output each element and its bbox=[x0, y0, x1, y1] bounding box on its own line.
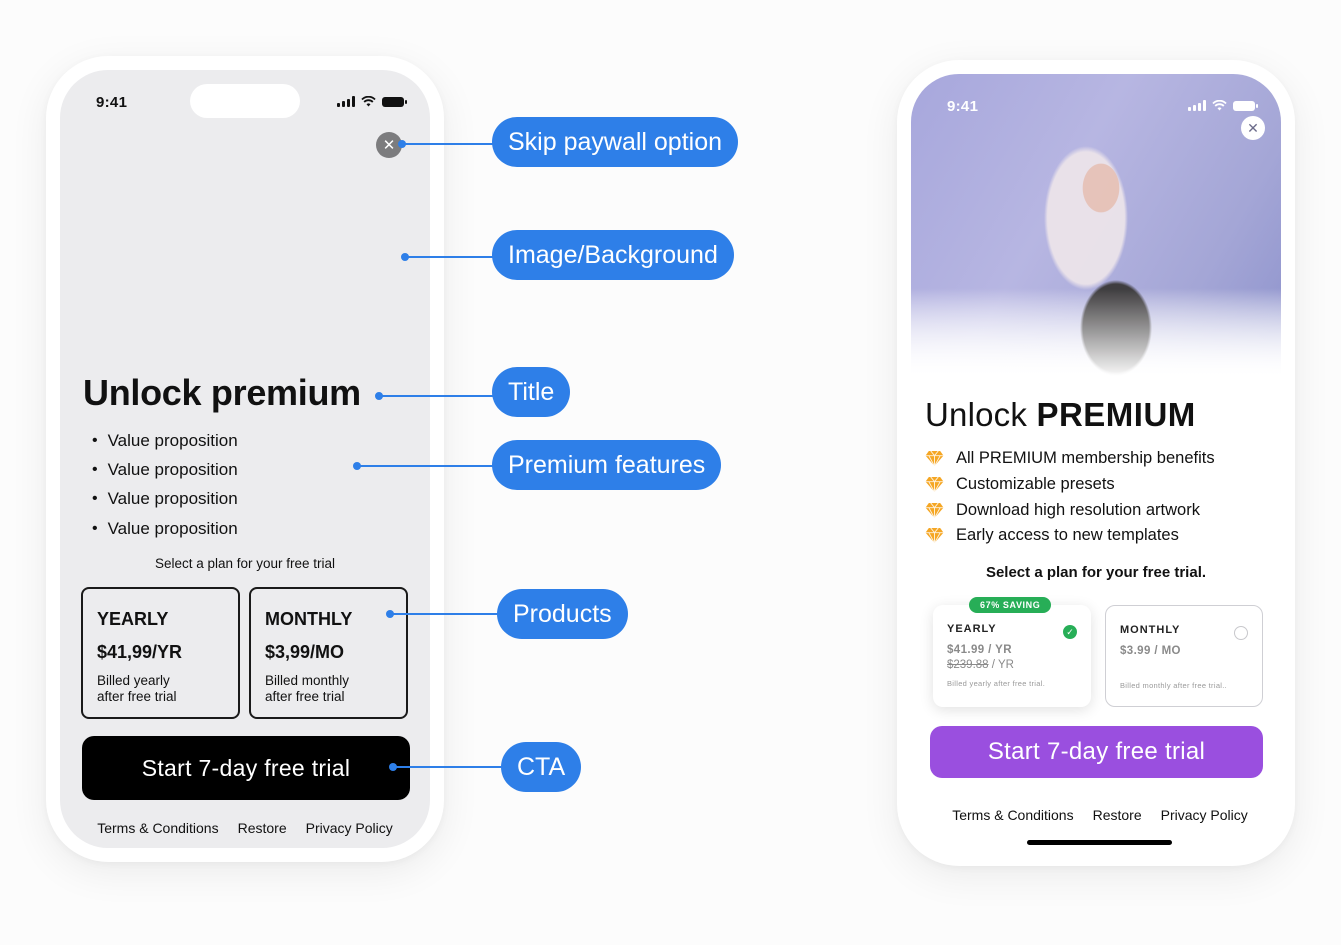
feature-item: Value proposition bbox=[92, 514, 238, 543]
hero-image bbox=[911, 74, 1281, 379]
feature-item: Early access to new templates bbox=[925, 523, 1215, 549]
description-line: Billed yearly bbox=[97, 673, 170, 688]
callout-image-background: Image/Background bbox=[492, 230, 734, 280]
status-icons bbox=[337, 96, 407, 107]
feature-text: Download high resolution artwork bbox=[956, 500, 1200, 519]
example-phone: 9:41 ✕ Unlock PREMIUM All PREMIUM member… bbox=[897, 60, 1295, 866]
product-name: YEARLY bbox=[97, 609, 169, 629]
checkmark-icon: ✓ bbox=[1063, 625, 1077, 639]
feature-list: Value proposition Value proposition Valu… bbox=[92, 426, 238, 543]
status-time: 9:41 bbox=[96, 94, 128, 111]
product-card-monthly[interactable]: MONTHLY $3.99 / MO Billed monthly after … bbox=[1105, 605, 1263, 707]
description-line: after free trial bbox=[265, 689, 345, 704]
product-price: $41.99 / YR bbox=[947, 644, 1012, 656]
start-trial-button[interactable]: Start 7-day free trial bbox=[82, 736, 410, 800]
callout-cta: CTA bbox=[501, 742, 582, 792]
callout-connector bbox=[393, 766, 503, 768]
feature-text: All PREMIUM membership benefits bbox=[956, 449, 1215, 468]
paywall-title: Unlock premium bbox=[83, 372, 361, 413]
paywall-title: Unlock PREMIUM bbox=[925, 396, 1196, 434]
product-description: Billed monthly after free trial.. bbox=[1120, 681, 1228, 690]
feature-item: Value proposition bbox=[92, 455, 238, 484]
feature-item: Value proposition bbox=[92, 485, 238, 514]
callout-premium-features: Premium features bbox=[492, 440, 722, 490]
product-price: $41,99/YR bbox=[97, 642, 183, 662]
callout-products: Products bbox=[497, 589, 628, 639]
callout-connector bbox=[379, 395, 494, 397]
footer-links: Terms & Conditions Restore Privacy Polic… bbox=[60, 820, 430, 836]
gem-icon bbox=[925, 528, 944, 544]
title-bold: PREMIUM bbox=[1036, 396, 1196, 433]
select-plan-text: Select a plan for your free trial bbox=[154, 556, 336, 571]
close-icon: ✕ bbox=[1247, 119, 1259, 136]
feature-text: Customizable presets bbox=[956, 475, 1115, 494]
feature-item: All PREMIUM membership benefits bbox=[925, 446, 1215, 472]
callout-connector bbox=[357, 465, 494, 467]
product-name: YEARLY bbox=[947, 623, 997, 635]
battery-icon bbox=[382, 96, 407, 107]
gem-icon bbox=[925, 502, 944, 519]
description-line: after free trial bbox=[97, 689, 177, 704]
status-icons bbox=[1188, 100, 1258, 111]
privacy-link[interactable]: Privacy Policy bbox=[306, 820, 393, 836]
select-plan-text: Select a plan for your free trial. bbox=[985, 564, 1207, 581]
product-description: Billed monthly after free trial bbox=[265, 673, 392, 705]
original-price: $239.88 / YR bbox=[947, 659, 1077, 671]
hero-fade bbox=[911, 289, 1281, 379]
status-time: 9:41 bbox=[947, 98, 979, 115]
signal-icon bbox=[337, 96, 355, 107]
terms-link[interactable]: Terms & Conditions bbox=[952, 807, 1073, 823]
product-price: $3.99 / MO bbox=[1120, 645, 1181, 657]
price-unit: / YR bbox=[988, 659, 1014, 671]
close-button[interactable]: ✕ bbox=[1241, 116, 1265, 140]
callout-title: Title bbox=[492, 367, 571, 417]
feature-item: Value proposition bbox=[92, 426, 238, 455]
title-regular: Unlock bbox=[925, 396, 1037, 433]
description-line: Billed monthly bbox=[265, 673, 350, 688]
battery-icon bbox=[1233, 100, 1258, 111]
example-screen: 9:41 ✕ Unlock PREMIUM All PREMIUM member… bbox=[911, 74, 1281, 852]
feature-item: Download high resolution artwork bbox=[925, 497, 1215, 523]
callout-connector bbox=[405, 256, 494, 258]
product-price: $3,99/MO bbox=[265, 642, 345, 662]
home-indicator bbox=[1027, 840, 1172, 845]
privacy-link[interactable]: Privacy Policy bbox=[1161, 807, 1248, 823]
feature-text: Early access to new templates bbox=[956, 526, 1179, 545]
signal-icon bbox=[1188, 100, 1206, 111]
product-name: MONTHLY bbox=[1120, 624, 1181, 636]
strikethrough-price: $239.88 bbox=[947, 659, 989, 671]
callout-connector bbox=[402, 143, 494, 145]
callout-skip-paywall: Skip paywall option bbox=[492, 117, 739, 167]
product-card-monthly[interactable]: MONTHLY $3,99/MO Billed monthly after fr… bbox=[249, 587, 408, 719]
wifi-icon bbox=[1212, 100, 1227, 111]
saving-badge: 67% SAVING bbox=[969, 597, 1052, 613]
gem-icon bbox=[925, 450, 944, 467]
footer-links: Terms & Conditions Restore Privacy Polic… bbox=[911, 807, 1281, 823]
product-card-yearly[interactable]: YEARLY $41,99/YR Billed yearly after fre… bbox=[81, 587, 240, 719]
callout-connector bbox=[390, 613, 498, 615]
close-icon: ✕ bbox=[382, 137, 396, 154]
feature-list: All PREMIUM membership benefits Customiz… bbox=[925, 446, 1215, 549]
feature-item: Customizable presets bbox=[925, 472, 1215, 498]
radio-unselected-icon[interactable] bbox=[1234, 626, 1248, 640]
restore-link[interactable]: Restore bbox=[238, 820, 287, 836]
gem-icon bbox=[925, 476, 944, 493]
wireframe-phone: 9:41 ✕ Unlock premium Value proposition … bbox=[46, 56, 444, 862]
product-description: Billed yearly after free trial bbox=[97, 673, 224, 705]
product-description: Billed yearly after free trial. bbox=[947, 679, 1046, 688]
start-trial-button[interactable]: Start 7-day free trial bbox=[930, 726, 1263, 778]
terms-link[interactable]: Terms & Conditions bbox=[97, 820, 218, 836]
product-card-yearly[interactable]: 67% SAVING ✓ YEARLY $41.99 / YR $239.88 … bbox=[933, 597, 1091, 707]
restore-link[interactable]: Restore bbox=[1093, 807, 1142, 823]
wireframe-screen: 9:41 ✕ Unlock premium Value proposition … bbox=[60, 70, 430, 848]
wifi-icon bbox=[361, 96, 376, 107]
dynamic-island bbox=[190, 84, 300, 118]
product-name: MONTHLY bbox=[265, 609, 353, 629]
